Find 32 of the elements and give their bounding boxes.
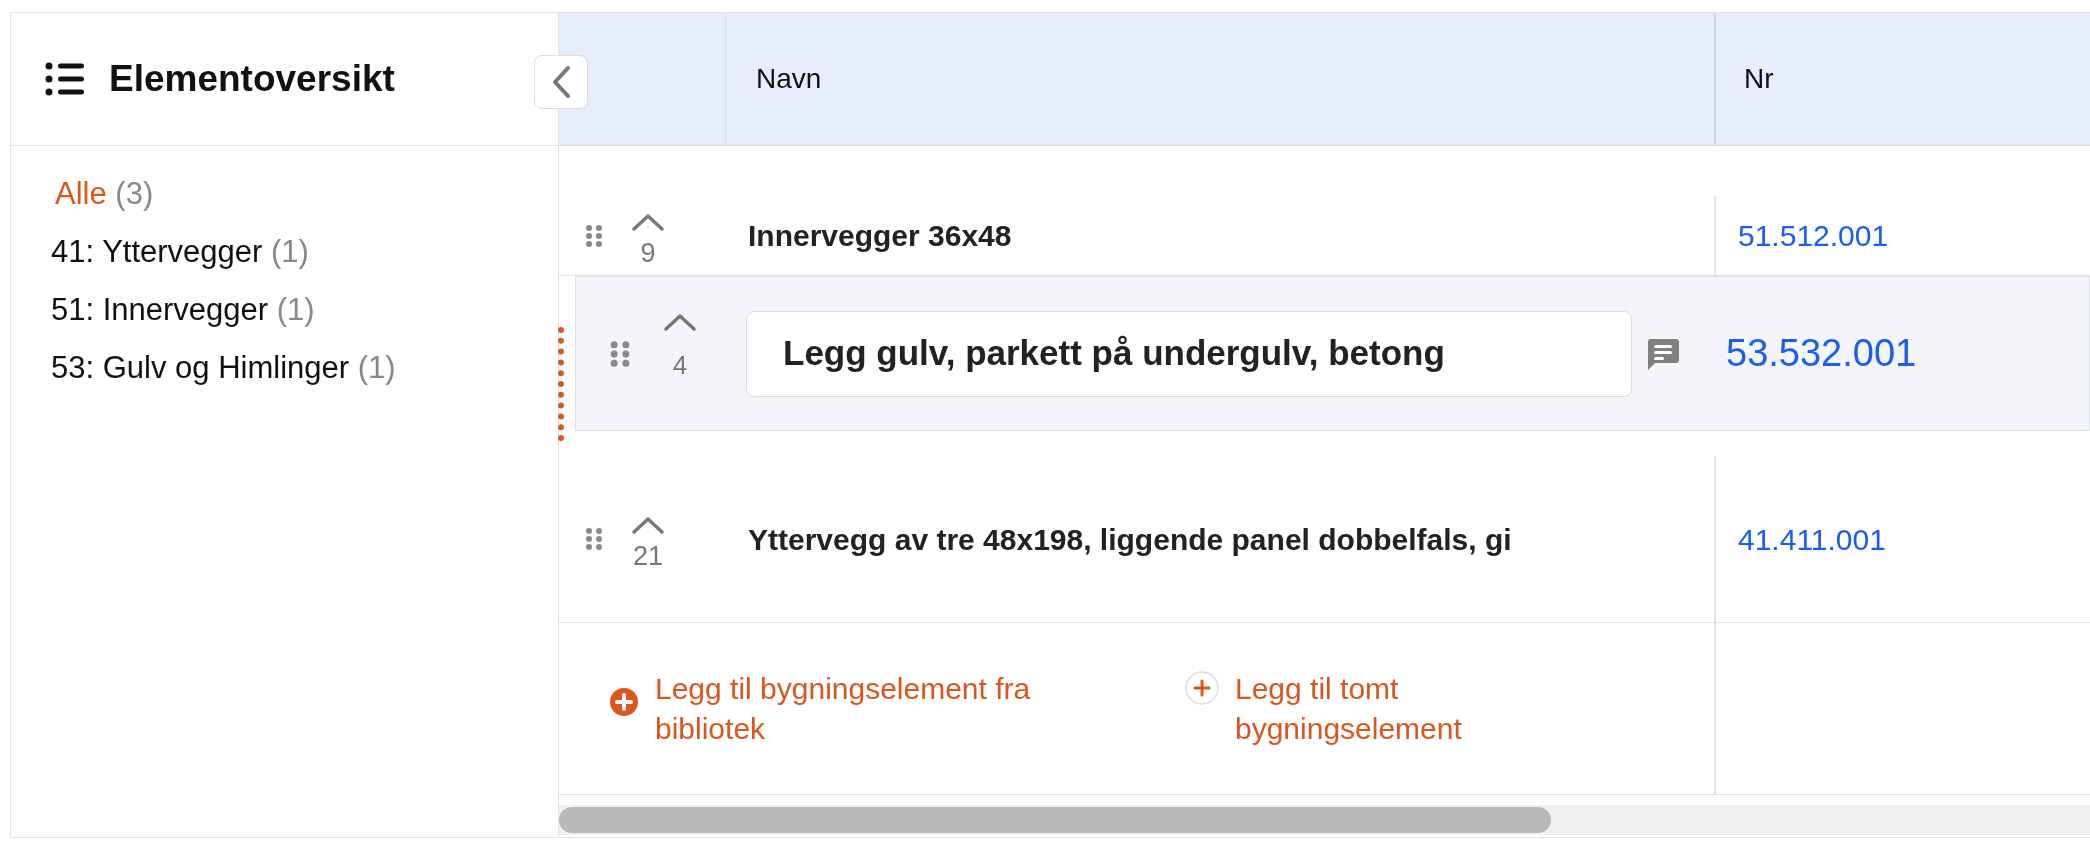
plus-circle-icon [1185,670,1219,705]
element-number[interactable]: 51.512.001 [1738,213,1889,258]
panel-title: Elementoversikt [109,57,395,102]
order-number: 21 [632,541,663,571]
order-number: 4 [672,349,688,382]
chevron-up-icon[interactable] [663,312,697,332]
list-icon [45,62,85,96]
element-number[interactable]: 53.532.001 [1726,325,1917,382]
category-item[interactable]: 41: Yttervegger (1) [51,234,558,270]
drag-handle-icon[interactable] [585,223,603,248]
scrollbar-thumb[interactable] [559,807,1551,833]
order-number: 9 [640,237,656,268]
add-element-button[interactable]: Legg til tomt bygningselement [1185,668,1525,749]
element-name: Innervegger 36x48 [748,218,1012,254]
category-item[interactable]: Alle (3) [51,176,558,212]
category-item[interactable]: 53: Gulv og Himlinger (1) [51,350,558,386]
column-header: Nr [1743,62,1775,96]
drag-handle-icon[interactable] [609,339,631,368]
collapse-button[interactable] [534,55,588,109]
dragged-row[interactable]: 4 Legg gulv, parkett på undergulv, betong 53.532.001 [575,276,2090,431]
name-field[interactable]: Legg gulv, parkett på undergulv, betong [746,310,1632,397]
chevron-up-icon[interactable] [631,515,665,535]
column-header: Navn [726,13,1716,145]
chevron-up-icon[interactable] [631,211,665,232]
plus-circle-icon [609,686,639,717]
add-element-button[interactable]: Legg til bygningselement fra bibliotek [609,668,1075,749]
drag-handle-icon[interactable] [585,527,603,551]
chevron-left-icon [550,65,572,99]
element-name: Yttervegg av tre 48x198, liggende panel dobbelfals, gi [748,521,1512,558]
comment-icon[interactable] [1646,336,1680,371]
element-number[interactable]: 41.411.001 [1738,516,1886,562]
category-item[interactable]: 51: Innervegger (1) [51,292,558,328]
